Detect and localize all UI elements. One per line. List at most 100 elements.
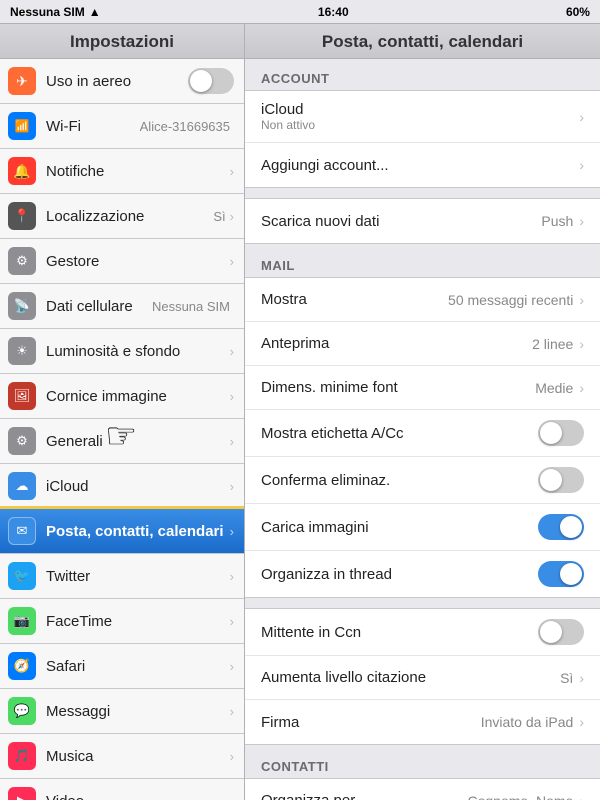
sidebar-item-dati-cellulare[interactable]: 📡 Dati cellulare Nessuna SIM bbox=[0, 284, 244, 329]
status-time: 16:40 bbox=[318, 5, 349, 19]
mostra-row[interactable]: Mostra 50 messaggi recenti › bbox=[245, 278, 600, 322]
icloud-row-sublabel: Non attivo bbox=[261, 118, 579, 132]
section-mail-title: Mail bbox=[245, 246, 600, 277]
facetime-chevron: › bbox=[230, 614, 234, 629]
organizza-thread-row[interactable]: Organizza in thread bbox=[245, 551, 600, 597]
sidebar-item-twitter[interactable]: 🐦 Twitter › bbox=[0, 554, 244, 599]
sidebar-item-localizzazione[interactable]: 📍 Localizzazione Sì › bbox=[0, 194, 244, 239]
organizza-per-row[interactable]: Organizza per Cognome, Nome › bbox=[245, 779, 600, 800]
organizza-thread-row-label: Organizza in thread bbox=[261, 566, 538, 583]
localizzazione-value: Sì bbox=[213, 209, 225, 224]
sidebar-label-notifiche: Notifiche bbox=[46, 163, 230, 180]
anteprima-row-value: 2 linee bbox=[532, 336, 573, 352]
sidebar-item-messaggi[interactable]: 💬 Messaggi › bbox=[0, 689, 244, 734]
sidebar-item-luminosita[interactable]: ☀ Luminosità e sfondo › bbox=[0, 329, 244, 374]
cellulare-icon: 📡 bbox=[8, 292, 36, 320]
section-contatti-title: Contatti bbox=[245, 747, 600, 778]
firma-row[interactable]: Firma Inviato da iPad › bbox=[245, 700, 600, 744]
gestore-icon: ⚙ bbox=[8, 247, 36, 275]
firma-value: Inviato da iPad bbox=[481, 714, 574, 730]
mostra-row-chevron: › bbox=[579, 292, 584, 308]
conferma-row[interactable]: Conferma eliminaz. bbox=[245, 457, 600, 504]
scarica-row-label: Scarica nuovi dati bbox=[261, 213, 541, 230]
messaggi-icon: 💬 bbox=[8, 697, 36, 725]
aumenta-citazione-row[interactable]: Aumenta livello citazione Sì › bbox=[245, 656, 600, 700]
safari-icon: 🧭 bbox=[8, 652, 36, 680]
localizzazione-chevron: › bbox=[230, 209, 234, 224]
sidebar-item-musica[interactable]: 🎵 Musica › bbox=[0, 734, 244, 779]
organizza-per-value: Cognome, Nome bbox=[468, 793, 574, 800]
mittente-ccn-toggle[interactable] bbox=[538, 619, 584, 645]
organizza-per-label: Organizza per bbox=[261, 792, 468, 800]
status-left: Nessuna SIM ▲ bbox=[10, 5, 101, 19]
sidebar-item-icloud[interactable]: ☁ iCloud › bbox=[0, 464, 244, 509]
sidebar-item-gestore[interactable]: ⚙ Gestore › bbox=[0, 239, 244, 284]
sidebar-label-localizzazione: Localizzazione bbox=[46, 208, 213, 225]
sidebar-item-video[interactable]: ▶ Video › bbox=[0, 779, 244, 800]
right-panel-title: Posta, contatti, calendari bbox=[245, 24, 600, 59]
organizza-thread-toggle[interactable] bbox=[538, 561, 584, 587]
cornice-icon: 🖼 bbox=[8, 382, 36, 410]
sidebar-item-cornice[interactable]: 🖼 Cornice immagine › bbox=[0, 374, 244, 419]
icloud-row[interactable]: iCloud Non attivo › bbox=[245, 91, 600, 143]
organizza-per-chevron: › bbox=[579, 793, 584, 800]
wifi-icon: 📶 bbox=[8, 112, 36, 140]
sidebar-item-wifi[interactable]: 📶 Wi-Fi Alice-31669635 bbox=[0, 104, 244, 149]
video-chevron: › bbox=[230, 794, 234, 800]
mostra-etichetta-toggle[interactable] bbox=[538, 420, 584, 446]
carica-immagini-row[interactable]: Carica immagini bbox=[245, 504, 600, 551]
sidebar-label-video: Video bbox=[46, 793, 230, 800]
mittente-group: Mittente in Ccn Aumenta livello citazion… bbox=[245, 608, 600, 745]
luminosita-icon: ☀ bbox=[8, 337, 36, 365]
aggiungi-row-chevron: › bbox=[579, 157, 584, 173]
airplane-toggle[interactable] bbox=[188, 68, 234, 94]
aumenta-citazione-chevron: › bbox=[579, 670, 584, 686]
aumenta-citazione-label: Aumenta livello citazione bbox=[261, 669, 560, 686]
mittente-ccn-row[interactable]: Mittente in Ccn bbox=[245, 609, 600, 656]
aumenta-citazione-value: Sì bbox=[560, 670, 573, 686]
sidebar-item-notifiche[interactable]: 🔔 Notifiche › bbox=[0, 149, 244, 194]
sidebar-label-cornice: Cornice immagine bbox=[46, 388, 230, 405]
sidebar-item-posta[interactable]: ✉ Posta, contatti, calendari › bbox=[0, 509, 244, 554]
sidebar: Impostazioni ✈ Uso in aereo 📶 Wi-Fi Alic… bbox=[0, 24, 245, 800]
posta-icon: ✉ bbox=[8, 517, 36, 545]
scarica-row-value: Push bbox=[541, 213, 573, 229]
sidebar-label-gestore: Gestore bbox=[46, 253, 230, 270]
conferma-row-label: Conferma eliminaz. bbox=[261, 472, 538, 489]
notifiche-icon: 🔔 bbox=[8, 157, 36, 185]
dimens-font-row[interactable]: Dimens. minime font Medie › bbox=[245, 366, 600, 410]
sidebar-label-luminosita: Luminosità e sfondo bbox=[46, 343, 230, 360]
sidebar-item-safari[interactable]: 🧭 Safari › bbox=[0, 644, 244, 689]
airplane-icon: ✈ bbox=[8, 67, 36, 95]
scarica-row[interactable]: Scarica nuovi dati Push › bbox=[245, 199, 600, 243]
sidebar-item-facetime[interactable]: 📷 FaceTime › bbox=[0, 599, 244, 644]
battery-text: 60% bbox=[566, 5, 590, 19]
carica-immagini-row-label: Carica immagini bbox=[261, 519, 538, 536]
conferma-toggle[interactable] bbox=[538, 467, 584, 493]
icloud-row-chevron: › bbox=[579, 109, 584, 125]
sidebar-item-airplane[interactable]: ✈ Uso in aereo bbox=[0, 59, 244, 104]
dimens-font-row-chevron: › bbox=[579, 380, 584, 396]
twitter-icon: 🐦 bbox=[8, 562, 36, 590]
sidebar-label-messaggi: Messaggi bbox=[46, 703, 230, 720]
mostra-row-value: 50 messaggi recenti bbox=[448, 292, 573, 308]
status-bar: Nessuna SIM ▲ 16:40 60% bbox=[0, 0, 600, 24]
contatti-group: Organizza per Cognome, Nome › Visualizza… bbox=[245, 778, 600, 800]
carica-immagini-toggle[interactable] bbox=[538, 514, 584, 540]
sidebar-item-generali[interactable]: ⚙ Generali › bbox=[0, 419, 244, 464]
sidebar-list: ✈ Uso in aereo 📶 Wi-Fi Alice-31669635 🔔 … bbox=[0, 59, 244, 800]
mittente-ccn-label: Mittente in Ccn bbox=[261, 624, 538, 641]
firma-chevron: › bbox=[579, 714, 584, 730]
musica-chevron: › bbox=[230, 749, 234, 764]
anteprima-row[interactable]: Anteprima 2 linee › bbox=[245, 322, 600, 366]
aggiungi-row[interactable]: Aggiungi account... › bbox=[245, 143, 600, 187]
sidebar-label-airplane: Uso in aereo bbox=[46, 73, 188, 90]
wifi-icon: ▲ bbox=[89, 5, 101, 19]
dimens-font-row-value: Medie bbox=[535, 380, 573, 396]
sidebar-label-musica: Musica bbox=[46, 748, 230, 765]
mostra-etichetta-row[interactable]: Mostra etichetta A/Cc bbox=[245, 410, 600, 457]
sidebar-title: Impostazioni bbox=[0, 24, 244, 59]
posta-chevron: › bbox=[230, 524, 234, 539]
sidebar-label-icloud: iCloud bbox=[46, 478, 230, 495]
icloud-row-label: iCloud bbox=[261, 101, 579, 118]
